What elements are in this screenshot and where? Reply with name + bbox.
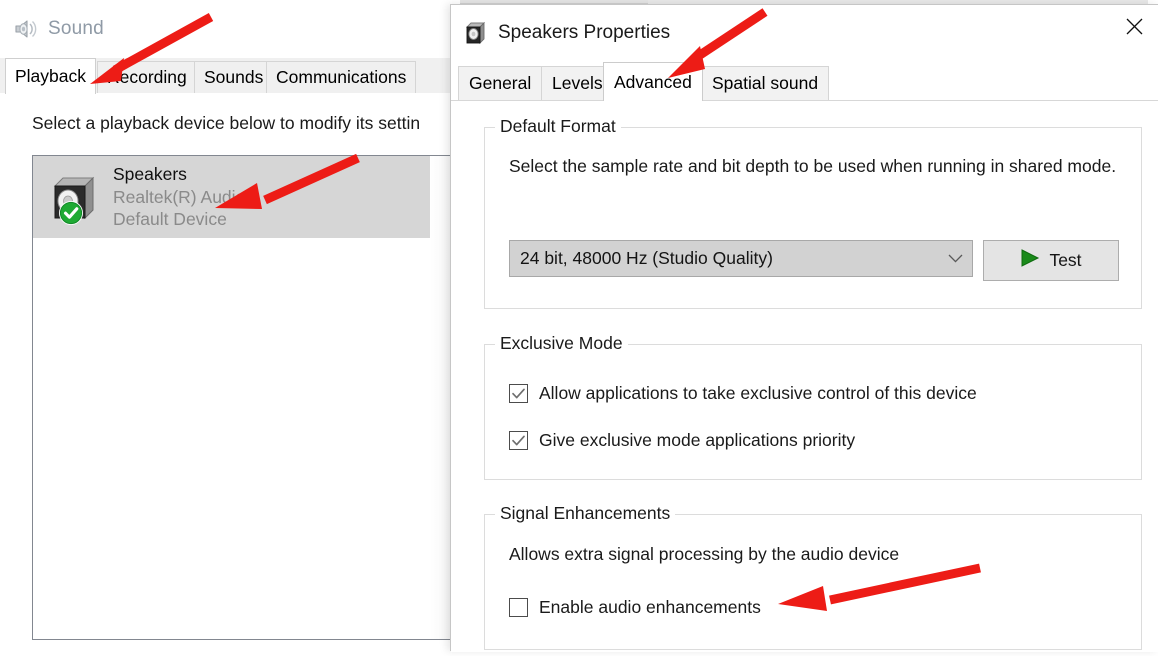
speaker-box-icon (465, 21, 487, 45)
playback-instruction-text: Select a playback device below to modify… (32, 113, 421, 133)
signal-enhancements-description: Allows extra signal processing by the au… (509, 544, 900, 564)
signal-enhancements-legend: Signal Enhancements (495, 503, 676, 524)
signal-enhancements-group: Signal Enhancements Allows extra signal … (484, 503, 1142, 650)
sound-window-tabstrip: Playback Recording Sounds Communications (0, 58, 460, 94)
tab-spatial-sound[interactable]: Spatial sound (701, 66, 830, 100)
checkbox-unchecked-icon (509, 598, 528, 617)
device-name: Speakers (113, 163, 187, 184)
device-list-scroll-gutter[interactable] (430, 156, 452, 639)
tab-communications[interactable]: Communications (266, 61, 417, 93)
speaker-box-icon (47, 168, 105, 226)
sound-window-body: Select a playback device below to modify… (0, 93, 460, 651)
tab-playback[interactable]: Playback (5, 58, 97, 94)
sound-window-title: Sound (48, 18, 104, 39)
sample-rate-dropdown[interactable]: 24 bit, 48000 Hz (Studio Quality) (509, 240, 973, 277)
speakers-properties-dialog: Speakers Properties General Levels Advan… (450, 4, 1158, 652)
tab-advanced[interactable]: Advanced (603, 62, 703, 101)
device-text-block: Speakers Realtek(R) Audio Default Device (113, 163, 245, 231)
sample-rate-value: 24 bit, 48000 Hz (Studio Quality) (520, 248, 773, 268)
play-triangle-icon (1020, 249, 1040, 272)
checkbox-enable-audio-enhancements-label: Enable audio enhancements (539, 597, 761, 617)
default-format-legend: Default Format (495, 116, 621, 137)
exclusive-mode-legend: Exclusive Mode (495, 333, 628, 354)
tab-recording-label: Recording (107, 67, 187, 87)
sound-window: Sound Playback Recording Sounds Communic… (0, 0, 460, 651)
test-button[interactable]: Test (983, 240, 1119, 281)
device-status: Default Device (113, 209, 227, 230)
tab-recording[interactable]: Recording (97, 61, 197, 93)
properties-dialog-tabstrip: General Levels Advanced Spatial sound (451, 61, 1158, 101)
properties-dialog-titlebar: Speakers Properties (451, 5, 1158, 61)
list-item-speakers[interactable]: Speakers Realtek(R) Audio Default Device (33, 156, 452, 238)
speaker-icon (12, 16, 38, 42)
close-icon[interactable] (1110, 5, 1158, 47)
tab-levels-label: Levels (552, 73, 603, 93)
tab-general-label: General (469, 73, 532, 93)
checkbox-checked-icon (509, 384, 528, 403)
sound-window-titlebar: Sound (0, 0, 460, 58)
checkbox-give-exclusive-priority[interactable]: Give exclusive mode applications priorit… (509, 430, 855, 451)
default-format-description: Select the sample rate and bit depth to … (509, 156, 1117, 176)
checkbox-enable-audio-enhancements[interactable]: Enable audio enhancements (509, 597, 761, 618)
properties-dialog-title: Speakers Properties (498, 22, 671, 43)
device-driver: Realtek(R) Audio (113, 186, 246, 207)
test-button-label: Test (1049, 250, 1082, 270)
tab-advanced-label: Advanced (614, 71, 692, 92)
tab-general[interactable]: General (458, 66, 543, 100)
tab-sounds[interactable]: Sounds (194, 61, 274, 93)
advanced-tab-panel: Default Format Select the sample rate an… (451, 101, 1158, 652)
tab-playback-label: Playback (15, 66, 87, 86)
default-format-group: Default Format Select the sample rate an… (484, 116, 1142, 309)
tab-sounds-label: Sounds (204, 67, 264, 87)
checkbox-allow-exclusive-control[interactable]: Allow applications to take exclusive con… (509, 383, 977, 404)
tab-communications-label: Communications (276, 67, 407, 87)
checkbox-allow-exclusive-control-label: Allow applications to take exclusive con… (539, 383, 977, 403)
playback-device-list[interactable]: Speakers Realtek(R) Audio Default Device (32, 155, 452, 640)
checkbox-checked-icon (509, 431, 528, 450)
checkbox-give-exclusive-priority-label: Give exclusive mode applications priorit… (539, 430, 856, 450)
chevron-down-icon (938, 254, 972, 263)
tab-spatial-sound-label: Spatial sound (712, 73, 819, 93)
exclusive-mode-group: Exclusive Mode Allow applications to tak… (484, 333, 1142, 480)
